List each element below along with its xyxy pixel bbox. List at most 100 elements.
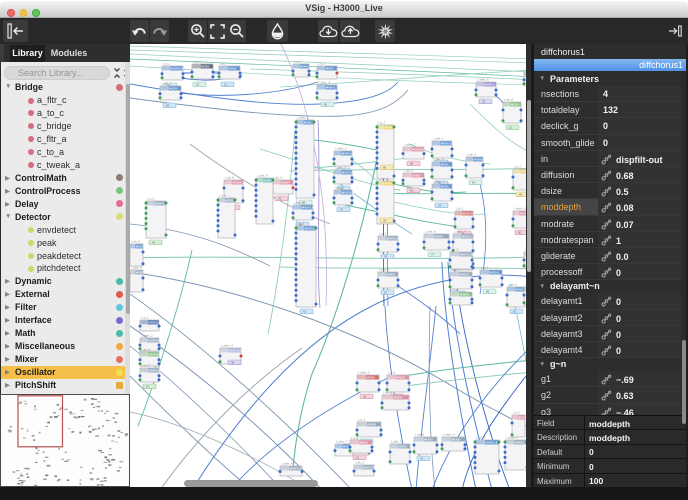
svg-text:MODU: MODU [441,185,450,189]
svg-text:l_abb_2: l_abb_2 [379,268,390,272]
svg-text:44: 44 [152,241,156,245]
svg-text:l_a_2: l_a_2 [141,316,149,320]
svg-text:MODUL: MODUL [515,441,526,445]
svg-text:MODUL: MODUL [136,245,147,249]
svg-text:29: 29 [482,100,486,104]
svg-text:l_a_1: l_a_1 [358,418,366,422]
svg-text:l_ab_4: l_ab_4 [383,391,393,395]
svg-text:MODU: MODU [387,273,396,277]
svg-text:MODU: MODU [367,376,376,380]
svg-text:87: 87 [146,385,150,389]
svg-text:39: 39 [384,255,388,259]
svg-text:MODUL: MODUL [490,271,501,275]
svg-text:l_abb_1: l_abb_1 [161,82,172,86]
svg-text:MODULE: MODULE [229,349,241,353]
svg-text:21: 21 [509,126,513,130]
svg-text:l_abb_8: l_abb_8 [131,266,142,270]
svg-text:MODU: MODU [511,103,520,107]
svg-text:MODUL: MODUL [460,273,471,277]
svg-text:l_ab_8: l_ab_8 [415,433,425,437]
svg-text:23: 23 [196,83,200,87]
svg-text:13: 13 [224,83,228,87]
svg-text:34: 34 [383,219,387,223]
svg-text:39: 39 [278,197,282,201]
svg-text:61: 61 [356,456,360,460]
svg-text:l_a_6: l_a_6 [451,288,459,292]
svg-text:l_a_7: l_a_7 [220,62,228,66]
svg-text:MODULE: MODULE [171,67,183,71]
svg-text:l_a_6: l_a_6 [147,197,155,201]
svg-text:l_ab_4: l_ab_4 [476,436,486,440]
svg-text:MODULE: MODULE [290,467,302,471]
svg-text:MODU: MODU [169,87,178,91]
svg-text:l_abbr_6: l_abbr_6 [477,78,489,82]
svg-text:MODU: MODU [435,235,444,239]
svg-text:80: 80 [518,231,522,235]
svg-text:MODUL: MODUL [460,293,471,297]
svg-text:l_abbr_4: l_abbr_4 [281,462,293,466]
svg-text:MODULE: MODULE [148,369,160,373]
svg-text:MODULE: MODULE [342,191,354,195]
svg-text:l_a_2: l_a_2 [481,266,489,270]
svg-text:l_a_2: l_a_2 [456,207,464,211]
svg-text:l_abb_1: l_abb_1 [294,201,305,205]
svg-text:l_a_4: l_a_4 [219,194,227,198]
svg-text:41: 41 [303,310,307,314]
svg-text:38: 38 [363,395,367,399]
svg-text:MODU: MODU [412,174,421,178]
svg-text:MODULE: MODULE [441,142,453,146]
svg-text:82: 82 [513,310,517,314]
svg-text:l_ab_5: l_ab_5 [141,364,151,368]
svg-text:l_ab_5: l_ab_5 [335,186,345,190]
svg-text:l_abbr_2: l_abbr_2 [141,334,153,338]
svg-text:l_abbr_5: l_abbr_5 [335,147,347,151]
svg-text:l_a_9: l_a_9 [318,62,326,66]
svg-text:l_a_1: l_a_1 [163,62,171,66]
svg-text:68: 68 [410,162,414,166]
svg-text:MODU: MODU [300,65,309,69]
svg-text:MODU: MODU [368,423,377,427]
svg-text:l_ab_5: l_ab_5 [404,169,414,173]
svg-text:l_ab_6: l_ab_6 [504,98,514,102]
svg-text:99: 99 [166,104,170,108]
svg-text:85: 85 [324,103,328,107]
svg-text:l_abbr_2: l_abbr_2 [433,180,445,184]
svg-text:MODUL: MODUL [462,235,473,239]
svg-text:MODUL: MODUL [342,152,353,156]
svg-text:l_ab_3: l_ab_3 [467,153,477,157]
svg-text:MODUL: MODUL [155,202,166,206]
svg-text:l_abb_7: l_abb_7 [433,137,444,141]
svg-text:l_abbr_7: l_abbr_7 [336,440,348,444]
svg-text:l_abbr_3: l_abbr_3 [506,436,518,440]
svg-text:80: 80 [383,166,387,170]
svg-text:l_ab_3: l_ab_3 [451,268,461,272]
svg-text:l_abb_4: l_abb_4 [433,158,444,162]
svg-text:l_ab_8: l_ab_8 [141,348,151,352]
svg-text:MODU: MODU [397,376,406,380]
svg-text:l_abb_4: l_abb_4 [257,174,268,178]
svg-text:l_a_2: l_a_2 [351,436,359,440]
svg-text:l_ab_4: l_ab_4 [193,60,203,64]
svg-text:l_abbr_4: l_abbr_4 [443,433,455,437]
svg-text:l_a_1: l_a_1 [379,232,387,236]
svg-text:l_ab_1: l_ab_1 [508,283,518,287]
svg-text:l_a_4: l_a_4 [294,60,302,64]
svg-text:l_ab_5: l_ab_5 [131,240,141,244]
svg-text:MODULE: MODULE [486,441,498,445]
svg-text:MODU: MODU [228,67,237,71]
svg-text:l_ab_8: l_ab_8 [225,176,235,180]
svg-text:MODULE: MODULE [387,237,399,241]
svg-text:49: 49 [486,290,490,294]
svg-text:MODULE: MODULE [148,353,160,357]
svg-text:l_abbr_2: l_abbr_2 [358,371,370,375]
svg-text:MODU: MODU [281,181,290,185]
svg-text:l_abbr_9: l_abbr_9 [514,207,526,211]
svg-text:MODULE: MODULE [148,321,160,325]
svg-text:l_a_7: l_a_7 [378,121,386,125]
svg-text:MODULE: MODULE [412,148,424,152]
svg-text:l_a_7: l_a_7 [513,411,521,415]
svg-text:l_abbr_2: l_abbr_2 [297,116,309,120]
svg-text:86: 86 [519,193,523,197]
svg-text:MODU: MODU [326,67,335,71]
svg-text:MODU: MODU [384,126,393,130]
